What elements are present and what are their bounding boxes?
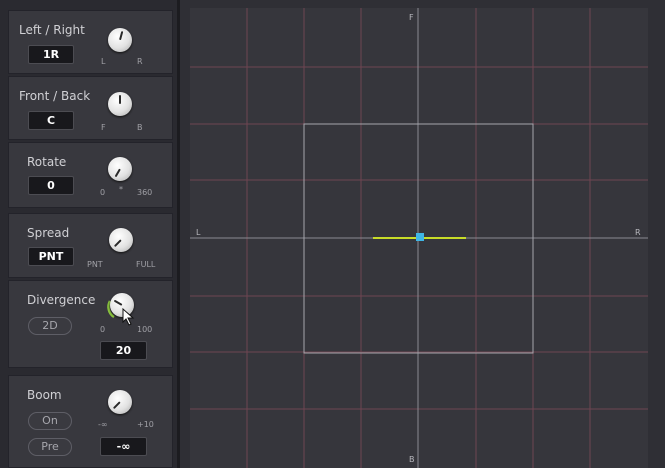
panner-controls-panel: Left / Right 1R L R Front / Back C F B R…	[0, 0, 180, 468]
left-right-label: Left / Right	[19, 23, 85, 37]
boom-on-button[interactable]: On	[28, 412, 72, 430]
rotate-label: Rotate	[27, 155, 67, 169]
rotate-min-label: 0	[100, 188, 106, 197]
front-back-value-field[interactable]: C	[28, 111, 74, 130]
divergence-label: Divergence	[27, 293, 96, 307]
pan-grid	[190, 8, 648, 468]
pan-puck[interactable]	[416, 233, 424, 241]
front-back-section: Front / Back C F B	[8, 76, 173, 140]
divergence-section: Divergence 2D 0 100 20	[8, 280, 173, 368]
spread-label: Spread	[27, 226, 70, 240]
boom-min-label: -∞	[98, 420, 108, 429]
spread-knob[interactable]	[109, 228, 133, 252]
boom-knob[interactable]	[108, 390, 132, 414]
knob-pointer	[119, 95, 121, 104]
left-right-knob[interactable]	[108, 28, 132, 52]
front-back-min-label: F	[101, 123, 106, 132]
boom-label: Boom	[27, 388, 62, 402]
left-right-min-label: L	[101, 57, 106, 66]
rotate-mid-label: *	[119, 185, 123, 194]
rotate-max-label: 360	[137, 188, 153, 197]
boom-max-label: +10	[137, 420, 154, 429]
pan-right-label: R	[635, 228, 641, 237]
rotate-knob[interactable]	[108, 157, 132, 181]
left-right-section: Left / Right 1R L R	[8, 10, 173, 74]
divergence-max-label: 100	[137, 325, 153, 334]
spread-section: Spread PNT PNT FULL	[8, 213, 173, 278]
left-right-max-label: R	[137, 57, 143, 66]
divergence-min-label: 0	[100, 325, 106, 334]
divergence-value-field[interactable]: 20	[100, 341, 147, 360]
front-back-label: Front / Back	[19, 89, 91, 103]
pan-left-label: L	[196, 228, 201, 237]
pan-bottom-label: B	[409, 455, 415, 464]
pan-top-label: F	[409, 13, 414, 22]
front-back-knob[interactable]	[108, 92, 132, 116]
boom-section: Boom On Pre -∞ +10 -∞	[8, 375, 173, 468]
mouse-cursor-icon	[122, 308, 135, 326]
front-back-max-label: B	[137, 123, 143, 132]
boom-value-field[interactable]: -∞	[100, 437, 147, 456]
rotate-value-field[interactable]: 0	[28, 176, 74, 195]
pan-area[interactable]: F B L R	[190, 8, 648, 468]
spread-value-field[interactable]: PNT	[28, 247, 74, 266]
boom-pre-button[interactable]: Pre	[28, 438, 72, 456]
divergence-2d-button[interactable]: 2D	[28, 317, 72, 335]
spread-max-label: FULL	[136, 260, 156, 269]
rotate-section: Rotate 0 0 * 360	[8, 142, 173, 208]
left-right-value-field[interactable]: 1R	[28, 45, 74, 64]
spread-min-label: PNT	[87, 260, 103, 269]
